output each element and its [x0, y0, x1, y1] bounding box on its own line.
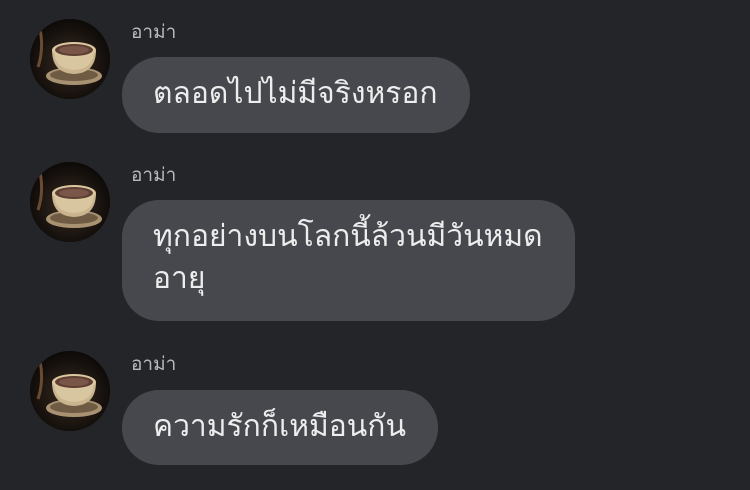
message-text-line: อายุ — [153, 261, 206, 296]
message-text-line: ความรักก็เหมือนกัน — [153, 409, 406, 444]
message-bubble[interactable]: ความรักก็เหมือนกัน — [122, 390, 438, 465]
sender-name: อาม่า — [131, 164, 177, 186]
tea-cup-avatar-icon[interactable] — [30, 162, 110, 242]
sender-name: อาม่า — [131, 353, 177, 375]
message-bubble[interactable]: ตลอดไปไม่มีจริงหรอก — [122, 57, 470, 133]
tea-cup-avatar-icon[interactable] — [30, 351, 110, 431]
sender-name: อาม่า — [131, 21, 177, 43]
message-bubble[interactable]: ทุกอย่างบนโลกนี้ล้วนมีวันหมด อายุ — [122, 200, 575, 321]
message-text-line: ตลอดไปไม่มีจริงหรอก — [153, 76, 438, 111]
tea-cup-avatar-icon[interactable] — [30, 19, 110, 99]
message-text-line: ทุกอย่างบนโลกนี้ล้วนมีวันหมด — [153, 219, 543, 254]
